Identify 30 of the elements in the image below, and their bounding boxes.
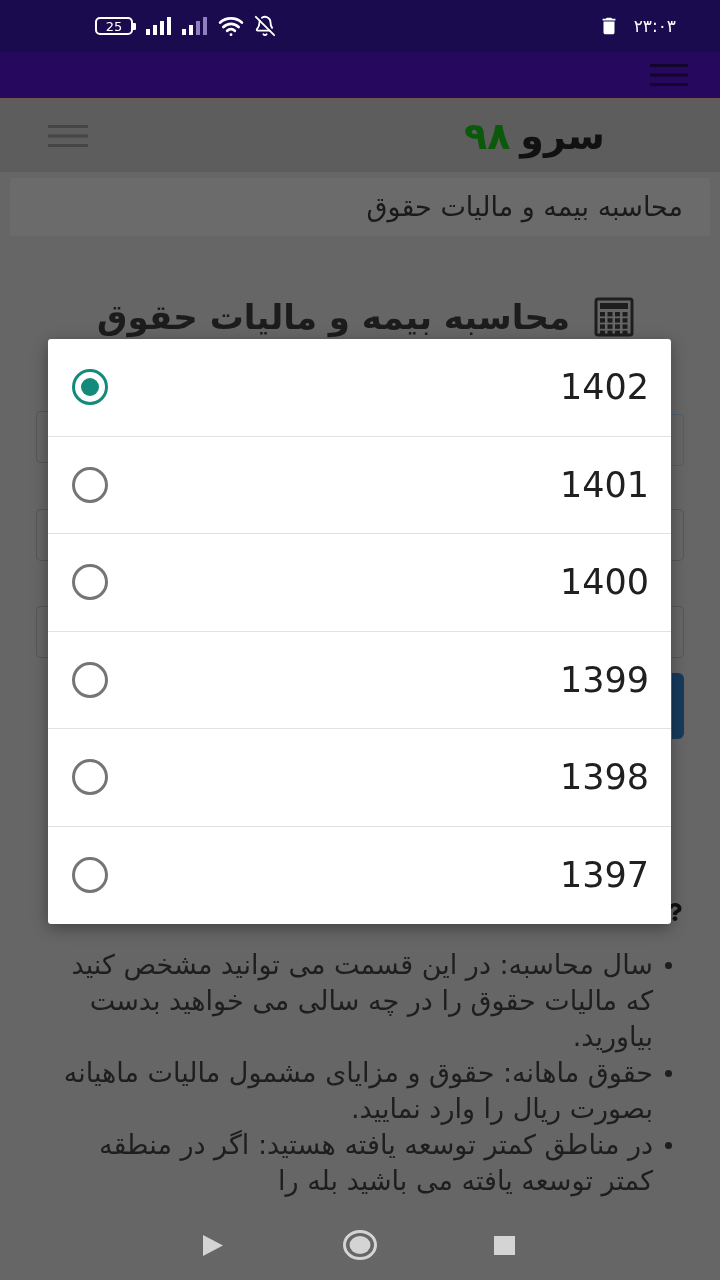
help-text: سال محاسبه: در این قسمت می توانید مشخص کنید که مالیات حقوق را در چه سالی می خواهید بدست بیاورید. bbox=[70, 948, 653, 1055]
year-option[interactable]: 1399 bbox=[48, 631, 671, 729]
input-field-edge[interactable] bbox=[672, 509, 684, 561]
clock-time: ۲۳:۰۳ bbox=[633, 17, 676, 35]
help-text: حقوق ماهانه: حقوق و مزایای مشمول مالیات ماهیانه بصورت ریال را وارد نمایید. bbox=[62, 1056, 653, 1127]
year-option[interactable]: 1400 bbox=[48, 534, 671, 632]
bullet-icon bbox=[665, 1142, 672, 1149]
help-text: در مناطق کمتر توسعه یافته هستید: اگر در منطقه کمتر توسعه یافته می باشید بله را bbox=[97, 1128, 653, 1199]
radio-button[interactable] bbox=[72, 466, 108, 503]
radio-button[interactable] bbox=[72, 369, 108, 406]
battery-indicator: 25 bbox=[95, 17, 133, 35]
bell-off-icon bbox=[254, 15, 276, 37]
ring-icon[interactable] bbox=[343, 1230, 377, 1260]
input-field-edge[interactable] bbox=[672, 606, 684, 658]
calculator-icon bbox=[594, 297, 634, 337]
triangle-icon[interactable] bbox=[203, 1234, 223, 1256]
year-option[interactable]: 1401 bbox=[48, 436, 671, 534]
radio-button[interactable] bbox=[72, 661, 108, 698]
radio-button[interactable] bbox=[72, 564, 108, 601]
year-option[interactable]: 1398 bbox=[48, 729, 671, 827]
signal-icon bbox=[146, 17, 172, 35]
radio-button[interactable] bbox=[72, 857, 108, 894]
signal-icon bbox=[182, 17, 208, 35]
year-option[interactable]: 1397 bbox=[48, 826, 671, 924]
square-icon[interactable] bbox=[494, 1235, 515, 1255]
input-field-edge[interactable] bbox=[672, 414, 684, 466]
bullet-icon bbox=[665, 962, 672, 969]
bullet-icon bbox=[665, 1070, 672, 1077]
year-option[interactable]: 1402 bbox=[48, 339, 671, 437]
radio-button[interactable] bbox=[72, 759, 108, 796]
